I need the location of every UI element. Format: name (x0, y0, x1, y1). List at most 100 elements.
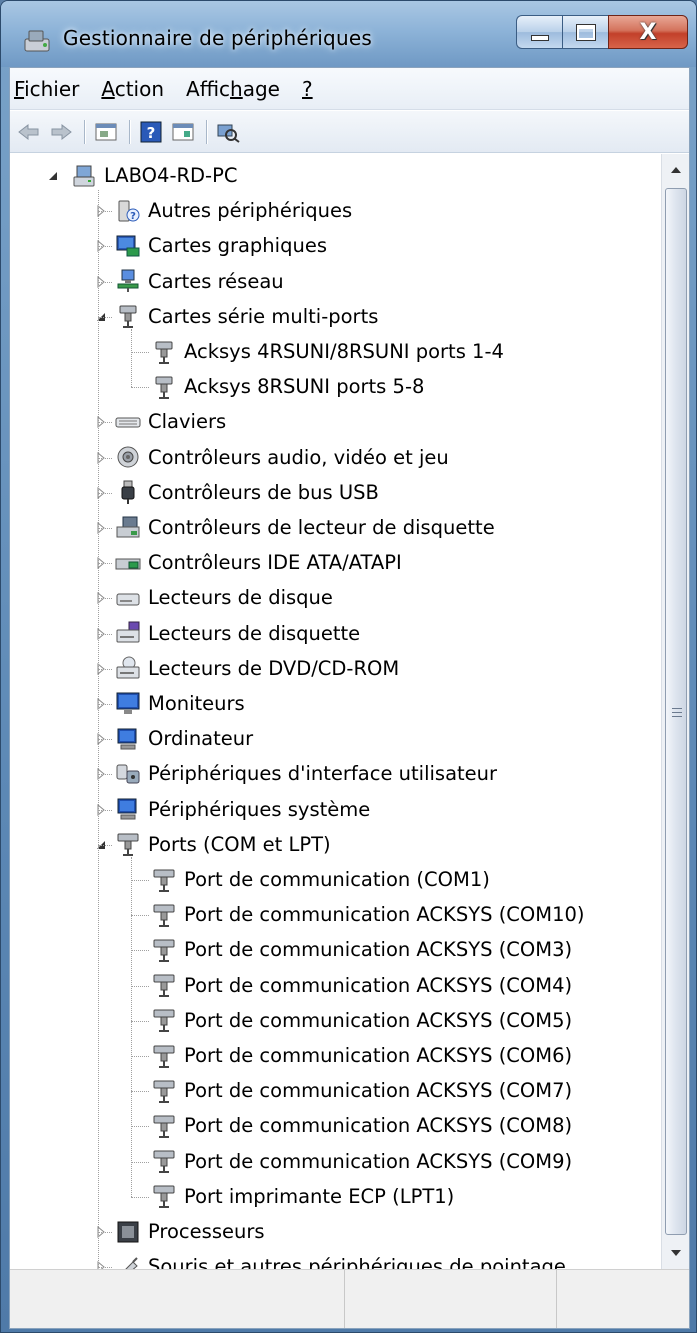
tree-item-label: Contrôleurs audio, vidéo et jeu (148, 445, 449, 469)
collapse-toggle-icon[interactable] (46, 169, 60, 183)
tree-category-node[interactable]: Lecteurs de disque (114, 580, 333, 615)
tree-device-node[interactable]: Port de communication ACKSYS (COM5) (150, 1003, 572, 1038)
tree-connector (131, 387, 149, 389)
scroll-down-button[interactable] (662, 1239, 690, 1267)
window-title: Gestionnaire de périphériques (63, 26, 372, 50)
show-hidden-button[interactable] (170, 119, 196, 145)
menu-label-part: ichier (24, 76, 80, 101)
scroll-up-button[interactable] (662, 156, 690, 184)
tree-item-label: Contrôleurs de bus USB (148, 480, 379, 504)
thumb-grip (672, 716, 682, 717)
tree-category-node[interactable]: Ordinateur (114, 721, 253, 756)
title-bar[interactable]: Gestionnaire de périphériques X (1, 1, 696, 67)
dvd-drive-icon (114, 654, 142, 682)
menu-fichier[interactable]: Fichier (14, 77, 79, 101)
close-button[interactable]: X (608, 15, 688, 49)
tree-category-node[interactable]: Contrôleurs de bus USB (114, 475, 379, 510)
menu-label-part: Affic (186, 76, 231, 101)
tree-item-label: Acksys 4RSUNI/8RSUNI ports 1-4 (184, 340, 504, 363)
scan-hardware-button[interactable] (215, 119, 241, 145)
menu-label-part: ? (302, 76, 313, 101)
toolbar: ? (10, 111, 689, 153)
tree-connector (131, 915, 149, 917)
maximize-button[interactable] (562, 15, 608, 49)
tree-connector (131, 352, 149, 353)
menu-help[interactable]: ? (302, 77, 313, 101)
menu-bar: Fichier Action Affichage? (10, 68, 689, 110)
tree-category-node[interactable]: Souris et autres périphériques de pointa… (114, 1249, 566, 1269)
tree-connector (98, 598, 112, 600)
tree-connector (98, 211, 112, 213)
tree-item-label: Contrôleurs de lecteur de disquette (148, 516, 495, 539)
tree-item-label: Périphériques système (148, 797, 371, 821)
back-button[interactable] (16, 119, 42, 145)
tree-category-node[interactable]: Périphériques système (114, 792, 370, 827)
speaker-icon (114, 443, 142, 471)
tree-connector (98, 563, 112, 565)
tree-category-node[interactable]: Ports (COM et LPT) (114, 827, 331, 862)
toolbar-separator (84, 119, 85, 144)
minimize-button[interactable] (516, 15, 562, 49)
computer-root-icon (70, 162, 98, 190)
multiport-serial-icon (150, 338, 178, 366)
tree-device-node[interactable]: Port de communication ACKSYS (COM4) (150, 968, 572, 1003)
device-tree[interactable]: LABO4-RD-PC? Autres périphériques Cartes g… (10, 154, 660, 1269)
tree-category-node[interactable]: Contrôleurs de lecteur de disquette (114, 510, 495, 545)
menu-action[interactable]: Action (101, 77, 164, 101)
tree-category-node[interactable]: Cartes réseau (114, 264, 284, 299)
tree-category-node[interactable]: Moniteurs (114, 686, 245, 721)
status-pane (345, 1270, 557, 1328)
menu-affichage[interactable]: Affichage (186, 77, 280, 101)
tree-category-node[interactable]: Lecteurs de DVD/CD-ROM (114, 651, 399, 686)
port-connector-icon (150, 1112, 178, 1140)
tree-connector (131, 328, 132, 388)
tree-item-label: Périphériques d'interface utilisateur (148, 762, 498, 786)
tree-device-node[interactable]: Port de communication ACKSYS (COM8) (150, 1108, 572, 1143)
tree-item-label: Lecteurs de disquette (148, 621, 361, 645)
toolbar-separator (206, 119, 207, 144)
tree-item-label: Port de communication ACKSYS (COM8) (184, 1114, 573, 1138)
vertical-scrollbar[interactable] (661, 154, 689, 1269)
forward-arrow-icon (51, 123, 72, 140)
tree-item-label: Acksys 8RSUNI ports 5-8 (184, 375, 425, 399)
tree-device-node[interactable]: Port de communication (COM1) (150, 862, 490, 897)
tree-item-label: Souris et autres périphériques de pointa… (148, 1255, 566, 1269)
tree-device-node[interactable]: Port de communication ACKSYS (COM6) (150, 1038, 572, 1073)
toolbar-separator (129, 119, 130, 144)
port-connector-icon (150, 971, 178, 999)
tree-device-node[interactable]: Port de communication ACKSYS (COM9) (150, 1144, 572, 1179)
tree-device-node[interactable]: Port imprimante ECP (LPT1) (150, 1179, 454, 1214)
tree-category-node[interactable]: Contrôleurs audio, vidéo et jeu (114, 440, 449, 475)
properties-button[interactable] (93, 119, 119, 145)
tree-category-node[interactable]: Claviers (114, 404, 226, 439)
tree-category-node[interactable]: Contrôleurs IDE ATA/ATAPI (114, 545, 402, 580)
tree-root-node[interactable]: LABO4-RD-PC (70, 158, 237, 193)
tree-category-node[interactable]: Périphériques d'interface utilisateur (114, 756, 497, 791)
tree-device-node[interactable]: Port de communication ACKSYS (COM10) (150, 897, 585, 932)
help-button[interactable]: ? (138, 119, 164, 145)
tree-item-label: Ports (COM et LPT) (148, 832, 331, 856)
display-adapter-icon (114, 232, 142, 260)
tree-device-node[interactable]: Port de communication ACKSYS (COM7) (150, 1073, 572, 1108)
tree-category-node[interactable]: Cartes série multi-ports (114, 299, 378, 334)
tree-device-node[interactable]: Port de communication ACKSYS (COM3) (150, 932, 572, 967)
tree-category-node[interactable]: Cartes graphiques (114, 228, 327, 263)
tree-connector (98, 809, 112, 811)
tree-category-node[interactable]: Lecteurs de disquette (114, 616, 360, 651)
forward-button[interactable] (48, 119, 74, 145)
scroll-thumb[interactable] (665, 188, 687, 1235)
svg-text:?: ? (130, 211, 136, 222)
device-manager-window: Gestionnaire de périphériques X Fichier A… (0, 0, 697, 1333)
tree-category-node[interactable]: Processeurs (114, 1214, 265, 1249)
tree-item-label: Contrôleurs IDE ATA/ATAPI (148, 551, 402, 575)
tree-connector (98, 704, 112, 705)
tree-item-label: Port imprimante ECP (LPT1) (184, 1184, 455, 1208)
tree-connector (98, 739, 112, 741)
tree-category-node[interactable]: ? Autres périphériques (114, 193, 352, 228)
svg-text:?: ? (147, 124, 156, 142)
tree-connector (98, 422, 112, 424)
tree-device-node[interactable]: Acksys 4RSUNI/8RSUNI ports 1-4 (150, 334, 504, 369)
tree-item-label: Port de communication ACKSYS (COM7) (184, 1079, 573, 1103)
tree-connector (131, 1056, 149, 1057)
tree-device-node[interactable]: Acksys 8RSUNI ports 5-8 (150, 369, 424, 404)
